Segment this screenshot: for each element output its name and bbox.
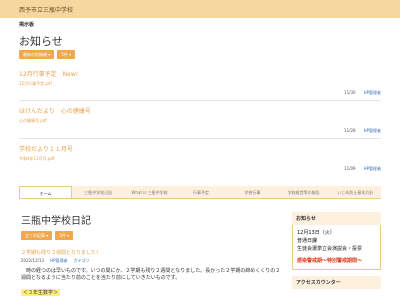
notice-meta: 11/30 HP管理者 xyxy=(344,90,381,96)
notice-meta: 11/09 HP管理者 xyxy=(344,166,381,172)
nav-schedule[interactable]: 行事予定 xyxy=(175,186,226,198)
notice-meta: 11/28 HP管理者 xyxy=(344,128,381,134)
author-link[interactable]: HP管理者 xyxy=(364,166,381,171)
count-dropdown[interactable]: 5件 ▾ xyxy=(57,50,76,59)
nav-events[interactable]: 学校行事 xyxy=(227,186,278,198)
nav-home[interactable]: ホーム xyxy=(19,186,73,198)
attachment-link[interactable]: 12月行事予定.pdf xyxy=(19,81,381,87)
notice-date: 11/28 xyxy=(344,128,356,133)
post-title-link[interactable]: ２学期も残り２週間となりました！ xyxy=(21,249,101,256)
nav-diary[interactable]: 三瓶中学校日記 xyxy=(72,186,123,198)
attachment-link[interactable]: 令和4年11月号.pdf xyxy=(19,156,381,162)
notice-date: 11/09 xyxy=(344,166,356,171)
notice-date: 11/30 xyxy=(344,90,356,95)
sort-dropdown[interactable]: 最新の投稿順 ▾ xyxy=(19,50,55,59)
post-tag: ＜３年生数学＞ xyxy=(21,289,61,296)
diary-filters: 全ての記事 ▾ 5件 ▾ xyxy=(21,231,74,240)
nav-reports[interactable]: 学校経営等の報告 xyxy=(278,186,329,198)
diary-title: 三瓶中学校日記 xyxy=(21,216,91,227)
notice-item: 12月行事予定 New! 12月行事予定.pdf xyxy=(19,69,381,87)
attachment-link[interactable]: 心の健康号.pdf xyxy=(19,118,381,124)
notice-item: ほけんだより 心の健康号 心の健康号.pdf xyxy=(19,106,381,124)
notices-filters: 最新の投稿順 ▾ 5件 ▾ xyxy=(19,50,76,59)
author-link[interactable]: HP管理者 xyxy=(50,258,67,263)
post-meta: 2022/12/13 HP管理者 カテゴリ xyxy=(21,258,89,264)
post-date: 2022/12/13 xyxy=(21,258,45,263)
sidebar-notice-box: お知らせ 12月13日（火） 普通日課 生徒会選挙立会演説会・投票 感染警戒期～… xyxy=(292,212,381,270)
nav-about[interactable]: What is 三瓶中学校 xyxy=(124,186,175,198)
sidebar-alert: 感染警戒期～特別警戒期間～ xyxy=(297,258,363,264)
category-dropdown[interactable]: 全ての記事 ▾ xyxy=(21,231,53,240)
site-title[interactable]: 西予市立三瓶中学校 xyxy=(19,5,73,14)
count-dropdown[interactable]: 5件 ▾ xyxy=(55,231,74,240)
notice-title-link[interactable]: 12月行事予定 xyxy=(19,71,57,78)
header-bar: 西予市立三瓶中学校 xyxy=(0,0,400,18)
nav-anti-bullying[interactable]: いじめ防止基本方針 xyxy=(330,186,381,198)
new-badge: New! xyxy=(62,71,79,78)
sidebar-notice-heading: お知らせ xyxy=(296,216,316,222)
sidebar-event-line: 生徒会選挙立会演説会・投票 xyxy=(297,246,363,252)
sidebar-schedule-line: 普通日課 xyxy=(297,238,318,244)
author-link[interactable]: HP管理者 xyxy=(364,128,381,133)
sidebar-notice-content: 12月13日（火） 普通日課 生徒会選挙立会演説会・投票 感染警戒期～特別警戒期… xyxy=(292,225,381,270)
board-label: 掲示板 xyxy=(19,22,35,28)
divider xyxy=(19,138,381,139)
main-nav: ホーム 三瓶中学校日記 What is 三瓶中学校 行事予定 学校行事 学校経営… xyxy=(19,186,381,199)
author-link[interactable]: HP管理者 xyxy=(364,90,381,95)
notices-title: お知らせ xyxy=(19,35,63,48)
divider xyxy=(19,100,381,101)
post-body: 時の経つのは早いものです。いつの間にか、２学期も残り２週間となりました。長かった… xyxy=(21,268,281,281)
notice-title-link[interactable]: 学校だより１１月号 xyxy=(19,144,381,153)
notice-title-link[interactable]: ほけんだより 心の健康号 xyxy=(19,106,381,115)
notice-item: 学校だより１１月号 令和4年11月号.pdf xyxy=(19,144,381,162)
category-link[interactable]: カテゴリ xyxy=(73,258,89,263)
sidebar-counter-heading: アクセスカウンター xyxy=(296,280,341,286)
sidebar-date-line: 12月13日（火） xyxy=(297,230,335,236)
sidebar-counter-box: アクセスカウンター xyxy=(292,276,381,289)
